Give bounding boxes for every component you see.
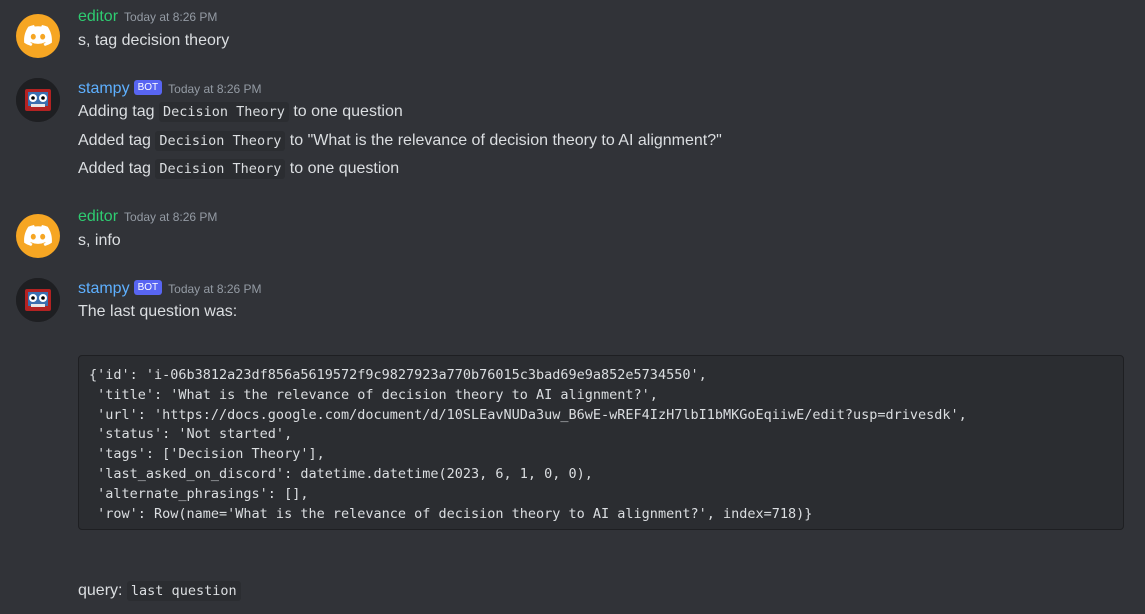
text-segment: Adding tag	[78, 103, 159, 120]
message-text: s, tag decision theory	[78, 32, 230, 49]
timestamp: Today at 8:26 PM	[124, 10, 218, 24]
bot-badge: BOT	[133, 80, 163, 95]
inline-code: Decision Theory	[158, 102, 289, 122]
text-segment: Added tag	[78, 132, 156, 149]
inline-code: Decision Theory	[155, 131, 286, 151]
query-label: query:	[78, 582, 123, 599]
stampy-robot-avatar	[16, 78, 60, 122]
timestamp: Today at 8:26 PM	[124, 210, 218, 224]
stampy-avatar[interactable]	[16, 78, 60, 122]
editor-avatar[interactable]	[16, 214, 60, 258]
username-stampy[interactable]: stampy	[78, 280, 130, 297]
text-segment: Added tag	[78, 160, 156, 177]
text-segment: to one question	[288, 103, 403, 120]
username-editor[interactable]: editor	[78, 208, 118, 225]
bot-badge: BOT	[133, 280, 163, 295]
code-block: {'id': 'i-06b3812a23df856a5619572f9c9827…	[78, 355, 1124, 530]
username-stampy[interactable]: stampy	[78, 80, 130, 97]
text-segment: to "What is the relevance of decision th…	[285, 132, 722, 149]
message-line: Added tag Decision Theory to one questio…	[78, 159, 400, 179]
editor-avatar[interactable]	[16, 14, 60, 58]
text-segment: to one question	[285, 160, 400, 177]
inline-code: last question	[126, 581, 241, 601]
discord-logo-icon	[24, 25, 52, 46]
message-text: The last question was:	[78, 303, 238, 320]
message-line: Added tag Decision Theory to "What is th…	[78, 131, 722, 151]
stampy-robot-avatar	[16, 278, 60, 322]
timestamp: Today at 8:26 PM	[168, 82, 262, 96]
inline-code: Decision Theory	[155, 159, 286, 179]
query-line: query: last question	[78, 581, 241, 601]
message-text: s, info	[78, 232, 121, 249]
timestamp: Today at 8:26 PM	[168, 282, 262, 296]
message-line: Adding tag Decision Theory to one questi…	[78, 102, 403, 122]
stampy-avatar[interactable]	[16, 278, 60, 322]
discord-logo-icon	[24, 225, 52, 246]
username-editor[interactable]: editor	[78, 8, 118, 25]
